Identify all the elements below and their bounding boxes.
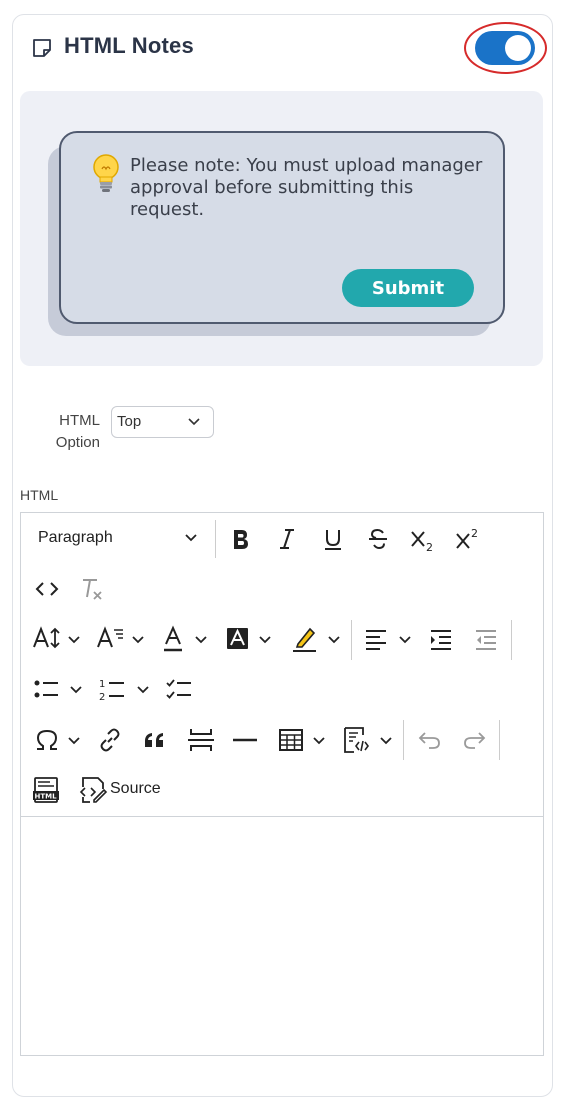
chevron-down-icon[interactable] <box>312 736 326 746</box>
chevron-down-icon[interactable] <box>136 685 150 695</box>
italic-icon[interactable] <box>274 526 300 552</box>
svg-text:2: 2 <box>99 692 105 703</box>
align-icon[interactable] <box>363 626 389 652</box>
todo-list-icon[interactable] <box>165 677 193 701</box>
font-background-icon[interactable] <box>225 625 251 653</box>
svg-text:1: 1 <box>99 679 105 690</box>
link-icon[interactable] <box>97 727 123 753</box>
table-icon[interactable] <box>277 727 305 753</box>
outdent-icon[interactable] <box>473 626 499 652</box>
blockquote-icon[interactable] <box>142 729 168 753</box>
font-family-icon[interactable] <box>96 625 126 653</box>
note-text: Please note: You must upload manager app… <box>130 155 483 220</box>
horizontal-line-icon[interactable] <box>232 728 258 752</box>
chevron-down-icon[interactable] <box>67 736 81 746</box>
chevron-down-icon[interactable] <box>379 736 393 746</box>
html-icon[interactable]: HTML <box>32 776 60 804</box>
toolbar-divider <box>20 816 544 817</box>
source-button-label[interactable]: Source <box>110 780 161 798</box>
toggle-knob <box>505 35 531 61</box>
svg-text:2: 2 <box>471 527 478 540</box>
submit-button[interactable]: Submit <box>342 269 474 307</box>
undo-icon[interactable] <box>417 728 443 752</box>
toolbar-separator <box>351 620 352 660</box>
toolbar-separator <box>511 620 512 660</box>
underline-icon[interactable] <box>320 526 346 552</box>
special-characters-icon[interactable] <box>34 727 60 753</box>
superscript-icon[interactable]: 2 <box>454 526 482 554</box>
lightbulb-icon <box>93 154 119 192</box>
subscript-icon[interactable]: 2 <box>409 526 437 554</box>
font-size-icon[interactable] <box>32 625 62 653</box>
svg-text:2: 2 <box>426 541 433 554</box>
chevron-down-icon[interactable] <box>69 685 83 695</box>
chevron-down-icon[interactable] <box>184 533 198 543</box>
chevron-down-icon[interactable] <box>131 635 145 645</box>
chevron-down-icon[interactable] <box>327 635 341 645</box>
html-embed-icon[interactable] <box>341 725 371 755</box>
toolbar-separator <box>499 720 500 760</box>
bulleted-list-icon[interactable] <box>32 677 60 701</box>
html-option-value: Top <box>117 413 142 430</box>
html-editor-label: HTML <box>20 487 59 503</box>
html-notes-toggle[interactable] <box>475 31 535 65</box>
font-color-icon[interactable] <box>161 625 187 653</box>
page-title: HTML Notes <box>64 33 194 58</box>
code-icon[interactable] <box>34 577 60 601</box>
indent-icon[interactable] <box>428 626 454 652</box>
toolbar-separator <box>403 720 404 760</box>
svg-text:HTML: HTML <box>35 793 58 801</box>
chevron-down-icon <box>188 418 200 426</box>
html-option-select[interactable]: Top <box>111 406 214 438</box>
bold-icon[interactable] <box>228 526 254 552</box>
chevron-down-icon[interactable] <box>67 635 81 645</box>
toolbar-separator <box>215 520 216 558</box>
page-break-icon[interactable] <box>187 727 215 753</box>
html-option-label: HTML Option <box>55 412 100 451</box>
remove-format-icon[interactable] <box>79 575 107 603</box>
chevron-down-icon[interactable] <box>194 635 208 645</box>
strikethrough-icon[interactable] <box>365 526 391 552</box>
chevron-down-icon[interactable] <box>258 635 272 645</box>
note-icon <box>33 39 51 57</box>
editor-content-area[interactable] <box>21 818 543 1055</box>
block-format-dropdown[interactable]: Paragraph <box>38 529 113 547</box>
numbered-list-icon[interactable]: 1 2 <box>98 677 126 703</box>
source-icon[interactable] <box>78 775 108 805</box>
highlight-icon[interactable] <box>290 625 320 653</box>
redo-icon[interactable] <box>461 728 487 752</box>
chevron-down-icon[interactable] <box>398 635 412 645</box>
